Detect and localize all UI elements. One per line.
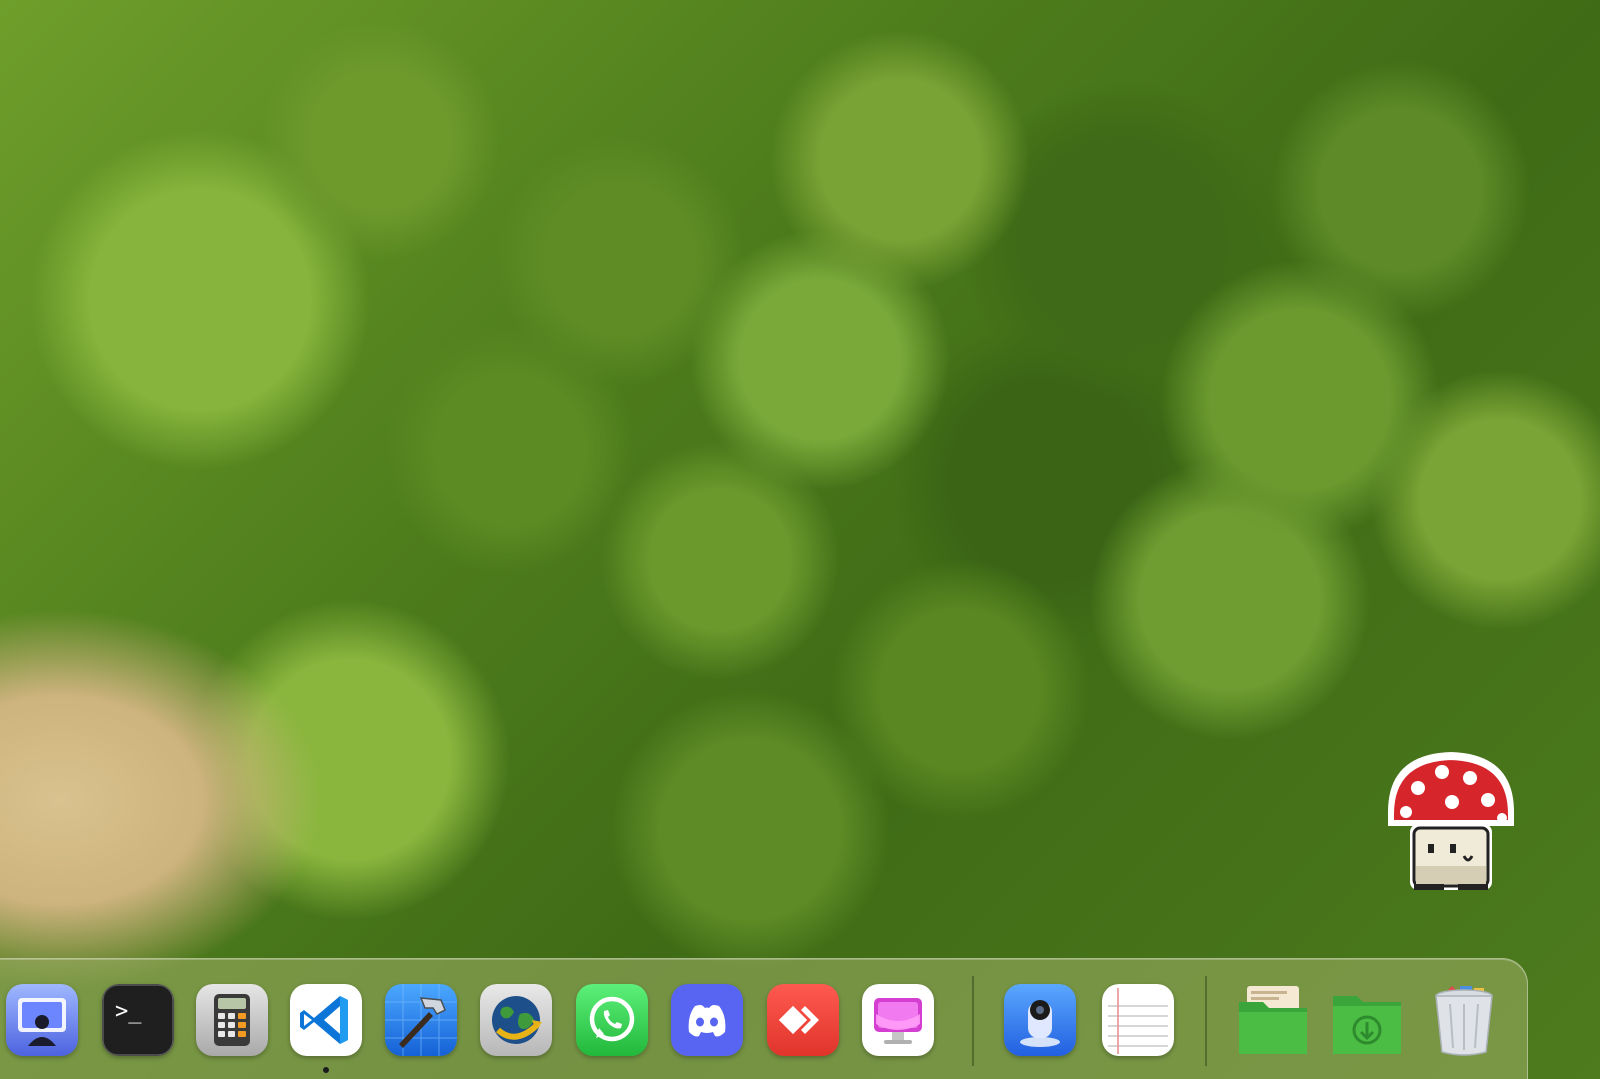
desktop-wallpaper: >_ [0,0,1600,1079]
dock-separator-2 [1205,976,1207,1066]
discord-icon[interactable] [671,984,743,1056]
anydesk-icon[interactable] [767,984,839,1056]
dock-separator-1 [972,976,974,1066]
vscode-running-indicator [323,1067,329,1073]
whatsapp-icon[interactable] [576,984,648,1056]
svg-text:>_: >_ [115,999,142,1024]
documents-folder-icon[interactable] [1237,984,1309,1056]
cleanmymac-icon[interactable] [862,984,934,1056]
globe-fetch-icon[interactable] [480,984,552,1056]
screen-sharing-icon[interactable] [6,984,78,1056]
pixel-mushroom-icon[interactable] [1380,748,1522,896]
trash-full-icon[interactable] [1428,984,1500,1056]
xcode-icon[interactable] [385,984,457,1056]
calculator-icon[interactable] [196,984,268,1056]
downloads-folder-icon[interactable] [1331,984,1403,1056]
textedit-icon[interactable] [1102,984,1174,1056]
vscode-icon[interactable] [290,984,362,1056]
image-capture-icon[interactable] [1004,984,1076,1056]
terminal-icon[interactable]: >_ [102,984,174,1056]
